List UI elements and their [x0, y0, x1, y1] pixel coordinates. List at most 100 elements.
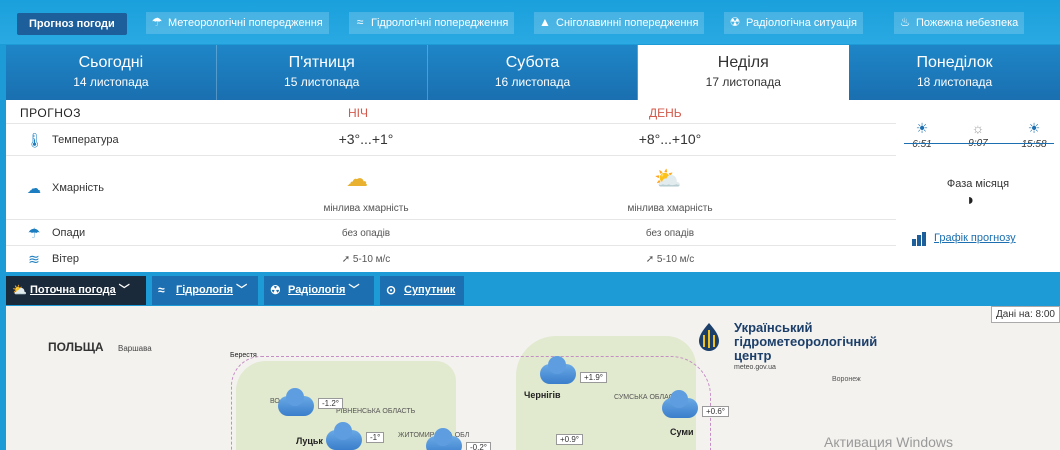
- satellite-icon: ⊙: [386, 283, 397, 297]
- tab-day-saturday[interactable]: Субота 16 листопада: [427, 45, 639, 100]
- station-temperature: -1.2°: [318, 398, 343, 409]
- city-label: Луцьк: [296, 436, 323, 446]
- radiation-icon: ☢: [270, 283, 281, 297]
- meteo-warnings-label: Метеорологічні попередження: [168, 17, 323, 29]
- data-timestamp: Дані на: 8:00: [991, 306, 1060, 323]
- city-label: Берестя: [230, 352, 257, 359]
- waves-icon: ≈: [158, 283, 165, 297]
- hydro-warnings-link[interactable]: ≈ Гідрологічні попередження: [349, 12, 515, 34]
- tab-satellite-label: Супутник: [404, 284, 456, 296]
- night-precipitation: без опадів: [341, 228, 391, 239]
- night-cloudiness: мінлива хмарність: [323, 203, 409, 214]
- forecast-label: ПРОГНОЗ: [20, 106, 81, 120]
- sun-divider: [904, 143, 1054, 144]
- tab-current-weather-label: Поточна погода: [30, 284, 116, 296]
- wind-row: ≋ Вітер ➚ 5-10 м/с ➚ 5-10 м/с: [6, 246, 896, 272]
- station-temperature: +0.9°: [556, 434, 583, 445]
- tab-satellite[interactable]: ⊙ Супутник: [380, 276, 464, 305]
- moon-phase-label: Фаза місяця: [946, 178, 1010, 190]
- cloudy-weather-icon[interactable]: [426, 428, 462, 450]
- day-date: 15 листопада: [284, 75, 360, 89]
- precipitation-label: Опади: [52, 227, 86, 239]
- station-temperature: -1°: [366, 432, 385, 443]
- org-name: Український гідрометеорологічний центр: [734, 320, 878, 363]
- region-label: РІВНЕНСЬКА ОБЛАСТЬ: [336, 408, 416, 415]
- tab-day-monday[interactable]: Понеділок 18 листопада: [849, 45, 1060, 100]
- sun-icon: ☼: [971, 120, 985, 136]
- hydromet-logo: [699, 323, 719, 351]
- cloudy-weather-icon[interactable]: [326, 422, 362, 450]
- day-date: 16 листопада: [494, 75, 571, 89]
- capital-label: Варшава: [118, 344, 152, 353]
- forecast-header: ПРОГНОЗ НІЧ ДЕНЬ: [6, 100, 896, 124]
- tab-radiology-label: Радіологія: [288, 284, 346, 296]
- thermometer-icon: 🌡: [26, 132, 44, 148]
- station-temperature: -0.2°: [466, 442, 491, 450]
- forecast-chart-link[interactable]: Графік прогнозу: [912, 232, 1016, 246]
- weather-icon: ⛅: [12, 283, 27, 297]
- day-wind: ➚ 5-10 м/с: [620, 254, 720, 265]
- wind-label: Вітер: [52, 253, 79, 265]
- fire-danger-icon: ♨: [899, 15, 911, 29]
- meteo-warnings-link[interactable]: ☂ Метеорологічні попередження: [146, 12, 329, 34]
- night-partly-cloudy-icon: ☁: [346, 166, 368, 191]
- temperature-label: Температура: [52, 134, 119, 146]
- top-navigation: Прогноз погоди ☂ Метеорологічні попередж…: [0, 0, 1060, 44]
- avalanche-warning-icon: ▲: [539, 15, 551, 29]
- org-site: meteo.gov.ua: [734, 364, 776, 371]
- moon-phase-icon: ◗: [966, 192, 976, 209]
- day-name: П'ятниця: [288, 54, 355, 71]
- night-wind: ➚ 5-10 м/с: [316, 254, 416, 265]
- weather-warning-icon: ☂: [151, 15, 163, 29]
- temperature-row: 🌡 Температура +3°...+1° +8°...+10°: [6, 124, 896, 156]
- radiation-situation-link[interactable]: ☢ Радіологічна ситуація: [724, 12, 863, 34]
- night-temperature: +3°...+1°: [338, 131, 394, 147]
- bar-chart-icon: [912, 232, 928, 246]
- wind-icon: ≋: [28, 251, 40, 267]
- tab-radiology[interactable]: ☢ Радіологія ﹀: [264, 276, 374, 305]
- cloudy-weather-icon[interactable]: [662, 390, 698, 418]
- windows-activation-watermark: Активация Windows: [824, 434, 954, 450]
- fire-danger-label: Пожежна небезпека: [916, 17, 1019, 29]
- chevron-down-icon: ﹀: [236, 284, 248, 296]
- day-name: Субота: [505, 54, 560, 71]
- cloudy-weather-icon[interactable]: [278, 388, 314, 416]
- day-length: ☼ 9:07: [958, 120, 998, 149]
- day-partly-cloudy-icon: ⛅: [654, 166, 682, 191]
- day-name: Понеділок: [916, 54, 993, 71]
- day-precipitation: без опадів: [645, 228, 695, 239]
- cloudy-weather-icon[interactable]: [540, 356, 576, 384]
- tab-day-today[interactable]: Сьогодні 14 листопада: [6, 45, 217, 100]
- sunset-time: 15:58: [1021, 139, 1047, 150]
- city-label: Чернігів: [524, 390, 561, 400]
- tab-current-weather[interactable]: ⛅ Поточна погода ﹀: [6, 276, 146, 305]
- fire-danger-link[interactable]: ♨ Пожежна небезпека: [894, 12, 1025, 34]
- sunrise: ☀ 6:51: [902, 120, 942, 150]
- tab-day-friday[interactable]: П'ятниця 15 листопада: [216, 45, 428, 100]
- avalanche-warnings-link[interactable]: ▲ Сніголавинні попередження: [534, 12, 705, 34]
- city-label: Суми: [670, 427, 694, 437]
- cloudiness-row: ☁ Хмарність ☁ ⛅ мінлива хмарність мінлив…: [6, 156, 896, 220]
- tab-hydrology[interactable]: ≈ Гідрологія ﹀: [152, 276, 258, 305]
- tab-day-sunday[interactable]: Неділя 17 листопада: [638, 45, 850, 100]
- station-temperature: +0.6°: [702, 406, 729, 417]
- day-date: 14 листопада: [73, 75, 149, 89]
- wind-direction-icon: ➚: [341, 254, 353, 265]
- night-header: НІЧ: [348, 106, 368, 120]
- chevron-down-icon: ﹀: [348, 284, 360, 296]
- weather-map[interactable]: ПОЛЬЩА Варшава Берестя Луцьк Чернігів Су…: [6, 306, 1060, 450]
- country-label: ПОЛЬЩА: [48, 340, 104, 354]
- radiation-icon: ☢: [729, 15, 741, 29]
- day-header: ДЕНЬ: [649, 106, 682, 120]
- sunrise-icon: ☀: [915, 120, 929, 136]
- precipitation-row: ☂ Опади без опадів без опадів: [6, 220, 896, 246]
- tab-hydrology-label: Гідрологія: [176, 284, 234, 296]
- forecast-tab-button[interactable]: Прогноз погоди: [17, 13, 127, 35]
- radiation-situation-label: Радіологічна ситуація: [746, 17, 857, 29]
- day-cloudiness: мінлива хмарність: [627, 203, 713, 214]
- wind-direction-icon: ➚: [645, 254, 657, 265]
- sunrise-time: 6:51: [912, 139, 932, 150]
- avalanche-warnings-label: Сніголавинні попередження: [556, 17, 699, 29]
- day-date: 17 листопада: [705, 75, 781, 89]
- cloud-icon: ☁: [27, 180, 41, 196]
